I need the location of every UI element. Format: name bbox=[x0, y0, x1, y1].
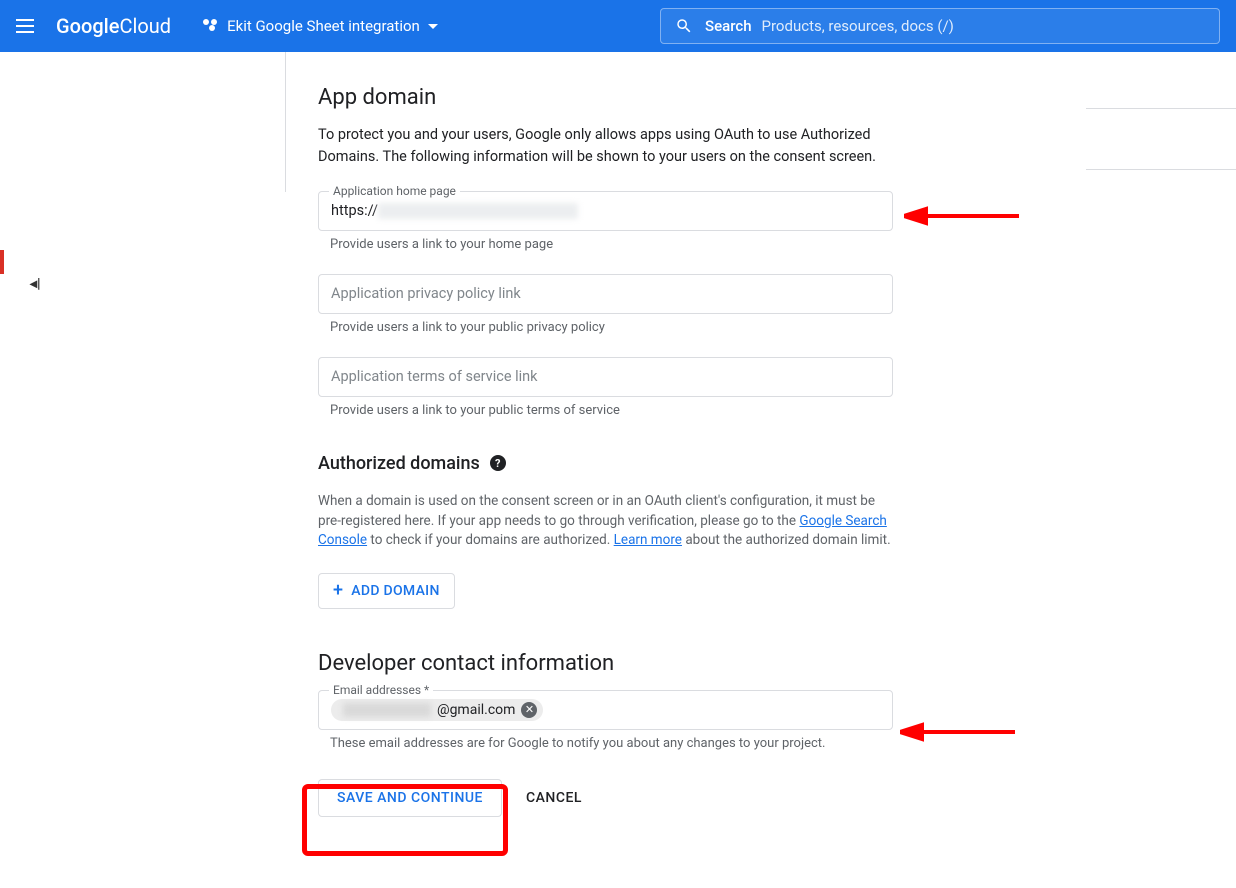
logo-google-text: Google bbox=[56, 14, 119, 38]
developer-contact-title: Developer contact information bbox=[318, 651, 893, 676]
side-lines bbox=[1086, 108, 1236, 230]
auth-desc-1: When a domain is used on the consent scr… bbox=[318, 493, 875, 529]
cancel-button[interactable]: CANCEL bbox=[526, 790, 582, 806]
email-addresses-input[interactable]: Email addresses * @gmail.com ✕ bbox=[318, 690, 893, 730]
project-dots-icon bbox=[201, 17, 219, 35]
search-placeholder: Products, resources, docs (/) bbox=[762, 17, 954, 35]
top-header: Google Cloud Ekit Google Sheet integrati… bbox=[0, 0, 1236, 52]
divider bbox=[285, 52, 286, 192]
auth-desc-2: to check if your domains are authorized. bbox=[367, 532, 614, 548]
privacy-link-input[interactable]: Application privacy policy link bbox=[318, 274, 893, 314]
section-desc-app-domain: To protect you and your users, Google on… bbox=[318, 124, 893, 169]
home-page-value-redacted bbox=[378, 203, 578, 219]
collapse-sidebar-icon[interactable]: ◂| bbox=[30, 276, 41, 292]
email-helper: These email addresses are for Google to … bbox=[318, 736, 893, 751]
main-content: App domain To protect you and your users… bbox=[318, 85, 893, 817]
authorized-domains-title: Authorized domains ? bbox=[318, 453, 893, 474]
chevron-down-icon bbox=[428, 24, 438, 29]
home-page-helper: Provide users a link to your home page bbox=[318, 237, 893, 252]
section-title-app-domain: App domain bbox=[318, 85, 893, 110]
tos-helper: Provide users a link to your public term… bbox=[318, 403, 893, 418]
active-indicator bbox=[0, 250, 4, 274]
email-suffix: @gmail.com bbox=[437, 702, 515, 718]
annotation-arrow-1 bbox=[904, 206, 1024, 226]
chip-remove-icon[interactable]: ✕ bbox=[521, 702, 537, 718]
button-row: SAVE AND CONTINUE CANCEL bbox=[318, 779, 893, 817]
logo-cloud-text: Cloud bbox=[119, 14, 171, 38]
email-chip: @gmail.com ✕ bbox=[331, 699, 543, 721]
add-domain-button[interactable]: + ADD DOMAIN bbox=[318, 573, 455, 609]
add-domain-label: ADD DOMAIN bbox=[351, 583, 439, 599]
privacy-helper: Provide users a link to your public priv… bbox=[318, 320, 893, 335]
help-icon[interactable]: ? bbox=[490, 455, 506, 471]
authorized-desc: When a domain is used on the consent scr… bbox=[318, 492, 893, 551]
annotation-arrow-2 bbox=[900, 722, 1020, 742]
auth-desc-3: about the authorized domain limit. bbox=[682, 532, 891, 548]
project-selector[interactable]: Ekit Google Sheet integration bbox=[191, 11, 448, 41]
search-label: Search bbox=[705, 17, 752, 35]
email-label: Email addresses * bbox=[329, 683, 433, 697]
home-page-value-prefix: https:// bbox=[331, 202, 378, 219]
project-name: Ekit Google Sheet integration bbox=[227, 17, 420, 35]
home-page-input[interactable]: Application home page https:// bbox=[318, 191, 893, 231]
tos-link-input[interactable]: Application terms of service link bbox=[318, 357, 893, 397]
logo[interactable]: Google Cloud bbox=[56, 14, 171, 38]
authorized-domains-text: Authorized domains bbox=[318, 453, 480, 474]
hamburger-menu-icon[interactable] bbox=[16, 14, 40, 38]
search-input[interactable]: Search Products, resources, docs (/) bbox=[660, 8, 1220, 44]
learn-more-link[interactable]: Learn more bbox=[614, 532, 682, 548]
email-redacted bbox=[343, 703, 431, 717]
save-and-continue-button[interactable]: SAVE AND CONTINUE bbox=[318, 779, 502, 817]
privacy-placeholder: Application privacy policy link bbox=[331, 285, 521, 302]
plus-icon: + bbox=[333, 582, 343, 600]
search-icon bbox=[675, 17, 693, 35]
home-page-label: Application home page bbox=[329, 184, 460, 198]
tos-placeholder: Application terms of service link bbox=[331, 368, 538, 385]
